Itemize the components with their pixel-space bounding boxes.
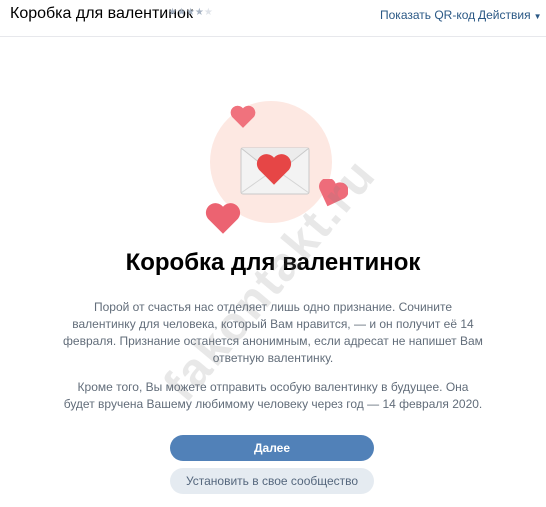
heart-icon: [256, 154, 292, 185]
next-button[interactable]: Далее: [170, 435, 374, 461]
description-paragraph-1: Порой от счастья нас отделяет лишь одно …: [63, 300, 483, 365]
install-to-community-button[interactable]: Установить в свое сообщество: [170, 468, 374, 494]
heart-icon: [319, 179, 348, 207]
heart-icon: [230, 105, 256, 128]
page-title: Коробка для валентинок: [125, 249, 421, 276]
valentine-illustration: [0, 0, 546, 240]
description-paragraph-2: Кроме того, Вы можете отправить особую в…: [63, 380, 483, 411]
heart-icon: [205, 203, 241, 234]
